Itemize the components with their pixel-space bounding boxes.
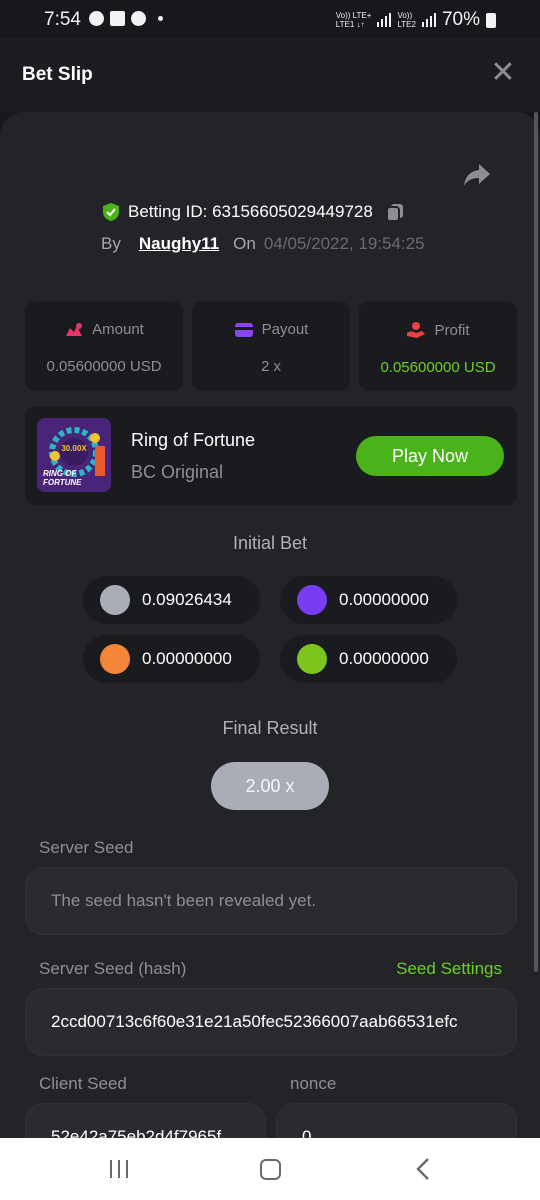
network-2-line2: LTE2 [397, 20, 416, 29]
game-name: Ring of Fortune [131, 430, 256, 450]
bet-date: 04/05/2022, 19:54:25 [263, 234, 425, 253]
bet-chip-value: 0.00000000 [339, 649, 429, 668]
network-1-line1: Vo)) LTE+ [335, 11, 372, 20]
bet-chip: 0.09026434 [83, 576, 260, 624]
whatsapp-icon [131, 11, 146, 26]
shield-check-icon [103, 203, 119, 221]
system-nav-bar [0, 1138, 540, 1200]
facebook-icon [89, 11, 104, 26]
final-result-title: Final Result [222, 718, 318, 738]
header: Bet Slip ✕ [0, 38, 540, 112]
back-icon[interactable] [412, 1157, 434, 1181]
stat-label: Payout [261, 321, 309, 338]
betting-id: Betting ID: 63156605029449728 [128, 202, 373, 221]
game-provider: BC Original [131, 462, 224, 482]
nonce-field[interactable]: 0 [276, 1103, 517, 1142]
bet-chip-value: 0.00000000 [142, 649, 232, 668]
server-seed-field: The seed hasn't been revealed yet. [25, 867, 517, 935]
close-icon[interactable]: ✕ [490, 58, 516, 88]
thumb-multiplier: 30.00X [61, 444, 87, 453]
on-label: On [233, 234, 256, 253]
client-seed-field[interactable]: 52e42a75eb2d4f7965f [25, 1103, 266, 1142]
card-icon [234, 322, 253, 337]
bet-chip: 0.00000000 [280, 635, 457, 683]
battery-percent: 70% [441, 9, 480, 30]
home-icon[interactable] [260, 1159, 281, 1180]
signal-2-icon [421, 13, 436, 27]
status-time: 7:54 [44, 9, 81, 30]
bet-author-row: By Naughy11 On 04/05/2022, 19:54:25 [101, 234, 425, 254]
battery-icon [486, 12, 496, 28]
game-card: 30.00X RING OF FORTUNE Ring of Fortune B… [25, 406, 517, 505]
recent-apps-icon[interactable] [110, 1160, 128, 1178]
stat-label: Amount [92, 321, 144, 338]
status-right: Vo)) LTE+ LTE1 ↓↑ Vo)) LTE2 70% [336, 9, 496, 31]
stat-value: 0.05600000 USD [46, 358, 162, 375]
bet-chip: 0.00000000 [280, 576, 457, 624]
status-bar: 7:54 Vo)) LTE+ LTE1 ↓↑ Vo)) LTE2 70% [0, 0, 540, 38]
game-thumbnail[interactable]: 30.00X RING OF FORTUNE [37, 418, 111, 492]
stats-row: Amount 0.05600000 USD Payout 2 x Profit [25, 301, 517, 391]
server-seed-hash-field[interactable]: 2ccd00713c6f60e31e21a50fec52366007aab665… [25, 988, 517, 1056]
network-2: Vo)) LTE2 [397, 11, 416, 29]
ring-of-fortune-logo: 30.00X RING OF FORTUNE [37, 418, 111, 492]
stat-amount: Amount 0.05600000 USD [25, 301, 183, 391]
currency-dot-icon [100, 644, 130, 674]
thumb-title-line1: RING OF [43, 469, 77, 478]
gallery-icon [110, 11, 125, 26]
server-seed-label: Server Seed [39, 838, 134, 857]
username-link[interactable]: Naughy11 [139, 234, 219, 254]
stat-value: 2 x [260, 358, 281, 375]
more-notifications-icon [158, 16, 163, 21]
stat-label: Profit [434, 321, 470, 339]
by-label: By [101, 234, 121, 253]
stat-value: 0.05600000 USD [380, 359, 496, 376]
share-icon[interactable] [462, 162, 492, 188]
amount-icon [66, 322, 83, 336]
profit-icon [407, 322, 426, 338]
scrollbar[interactable] [534, 112, 538, 972]
bet-chip-value: 0.09026434 [142, 590, 232, 609]
network-1-line2: LTE1 ↓↑ [335, 20, 365, 29]
thumb-title-line2: FORTUNE [43, 478, 82, 487]
seed-settings-link[interactable]: Seed Settings [396, 959, 502, 979]
currency-dot-icon [100, 585, 130, 615]
network-1: Vo)) LTE+ LTE1 ↓↑ [336, 11, 372, 29]
betting-id-row: Betting ID: 63156605029449728 [102, 202, 405, 222]
bet-chip-value: 0.00000000 [339, 590, 429, 609]
network-2-line1: Vo)) [397, 11, 413, 20]
stat-profit: Profit 0.05600000 USD [359, 301, 517, 391]
currency-dot-icon [297, 644, 327, 674]
signal-1-icon [377, 13, 392, 27]
initial-bet-grid: 0.09026434 0.00000000 0.00000000 0.00000… [83, 576, 458, 683]
nonce-label: nonce [290, 1074, 337, 1093]
play-now-button[interactable]: Play Now [356, 436, 504, 476]
currency-dot-icon [297, 585, 327, 615]
final-result-badge: 2.00 x [211, 762, 329, 810]
server-seed-hash-label: Server Seed (hash) [39, 959, 187, 978]
bet-chip: 0.00000000 [83, 635, 260, 683]
page-title: Bet Slip [22, 64, 93, 85]
client-seed-label: Client Seed [39, 1074, 127, 1093]
copy-icon[interactable] [385, 202, 405, 222]
initial-bet-title: Initial Bet [232, 533, 308, 553]
stat-payout: Payout 2 x [192, 301, 350, 391]
notification-icons [89, 11, 163, 26]
bet-slip-panel: Betting ID: 63156605029449728 By Naughy1… [0, 112, 540, 1142]
